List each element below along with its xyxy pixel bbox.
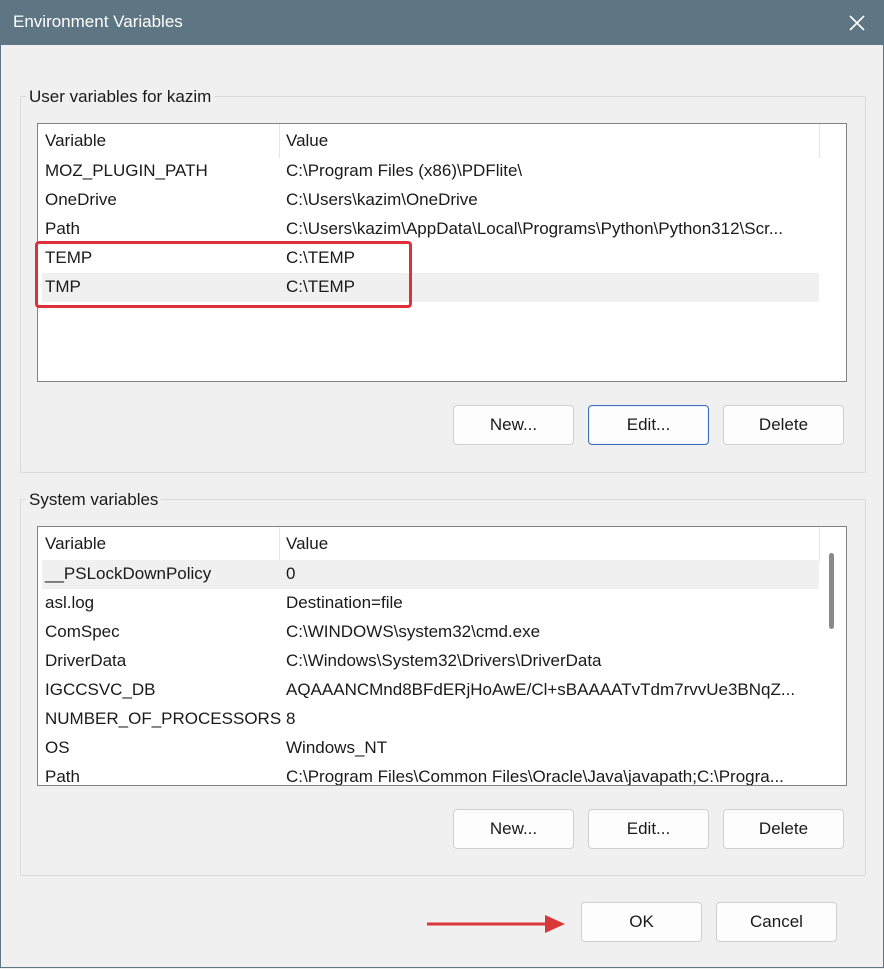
table-row[interactable]: Path C:\Program Files\Common Files\Oracl… xyxy=(42,763,819,786)
variable-name: MOZ_PLUGIN_PATH xyxy=(45,161,208,180)
system-variables-title: System variables xyxy=(26,490,162,510)
window-title: Environment Variables xyxy=(13,12,183,31)
user-edit-button[interactable]: Edit... xyxy=(588,405,709,445)
variable-name: Path xyxy=(45,767,80,786)
table-row[interactable]: OS Windows_NT xyxy=(42,734,819,763)
highlight-annotation-box xyxy=(35,241,412,308)
column-header-variable[interactable]: Variable xyxy=(38,527,279,561)
user-delete-button[interactable]: Delete xyxy=(723,405,844,445)
list-header: Variable Value xyxy=(38,527,820,562)
ok-button[interactable]: OK xyxy=(581,902,702,942)
table-row[interactable]: DriverData C:\Windows\System32\Drivers\D… xyxy=(42,647,819,676)
variable-name: OneDrive xyxy=(45,190,117,209)
table-row-selected[interactable]: __PSLockDownPolicy 0 xyxy=(42,560,819,589)
cancel-button[interactable]: Cancel xyxy=(716,902,837,942)
system-edit-button[interactable]: Edit... xyxy=(588,809,709,849)
close-button[interactable] xyxy=(840,6,874,40)
scrollbar-thumb[interactable] xyxy=(829,553,834,629)
variable-value: 8 xyxy=(286,709,296,728)
variable-value: C:\WINDOWS\system32\cmd.exe xyxy=(286,622,541,641)
variable-value: AQAAANCMnd8BFdERjHoAwE/Cl+sBAAAATvTdm7rv… xyxy=(286,680,796,699)
variable-name: __PSLockDownPolicy xyxy=(45,564,212,583)
system-delete-button[interactable]: Delete xyxy=(723,809,844,849)
variable-value: 0 xyxy=(286,564,296,583)
variable-name: asl.log xyxy=(45,593,95,612)
variable-name: IGCCSVC_DB xyxy=(45,680,156,699)
system-new-button[interactable]: New... xyxy=(453,809,574,849)
table-row[interactable]: OneDrive C:\Users\kazim\OneDrive xyxy=(42,186,819,215)
variable-name: ComSpec xyxy=(45,622,120,641)
table-row[interactable]: asl.log Destination=file xyxy=(42,589,819,618)
variable-value: Destination=file xyxy=(286,593,403,612)
user-new-button[interactable]: New... xyxy=(453,405,574,445)
close-icon xyxy=(849,15,865,31)
variable-name: OS xyxy=(45,738,70,757)
system-variables-list[interactable]: Variable Value __PSLockDownPolicy 0 asl.… xyxy=(37,526,847,786)
column-header-variable[interactable]: Variable xyxy=(38,124,279,158)
variable-name: DriverData xyxy=(45,651,127,670)
list-header: Variable Value xyxy=(38,124,820,159)
arrow-annotation-icon xyxy=(427,915,565,933)
user-variables-title: User variables for kazim xyxy=(26,87,215,107)
variable-value: Windows_NT xyxy=(286,738,388,757)
table-row[interactable]: ComSpec C:\WINDOWS\system32\cmd.exe xyxy=(42,618,819,647)
title-bar: Environment Variables xyxy=(0,0,884,45)
table-row[interactable]: IGCCSVC_DB AQAAANCMnd8BFdERjHoAwE/Cl+sBA… xyxy=(42,676,819,705)
variable-value: C:\Windows\System32\Drivers\DriverData xyxy=(286,651,602,670)
variable-value: C:\Program Files (x86)\PDFlite\ xyxy=(286,161,523,180)
variable-value: C:\Program Files\Common Files\Oracle\Jav… xyxy=(286,767,784,786)
column-header-value[interactable]: Value xyxy=(279,124,819,158)
variable-name: NUMBER_OF_PROCESSORS xyxy=(45,709,282,728)
table-row[interactable]: Path C:\Users\kazim\AppData\Local\Progra… xyxy=(42,215,819,244)
variable-name: Path xyxy=(45,219,80,238)
variable-value: C:\Users\kazim\AppData\Local\Programs\Py… xyxy=(286,219,784,238)
variable-value: C:\Users\kazim\OneDrive xyxy=(286,190,478,209)
table-row[interactable]: NUMBER_OF_PROCESSORS 8 xyxy=(42,705,819,734)
column-header-value[interactable]: Value xyxy=(279,527,819,561)
table-row[interactable]: MOZ_PLUGIN_PATH C:\Program Files (x86)\P… xyxy=(42,157,819,186)
